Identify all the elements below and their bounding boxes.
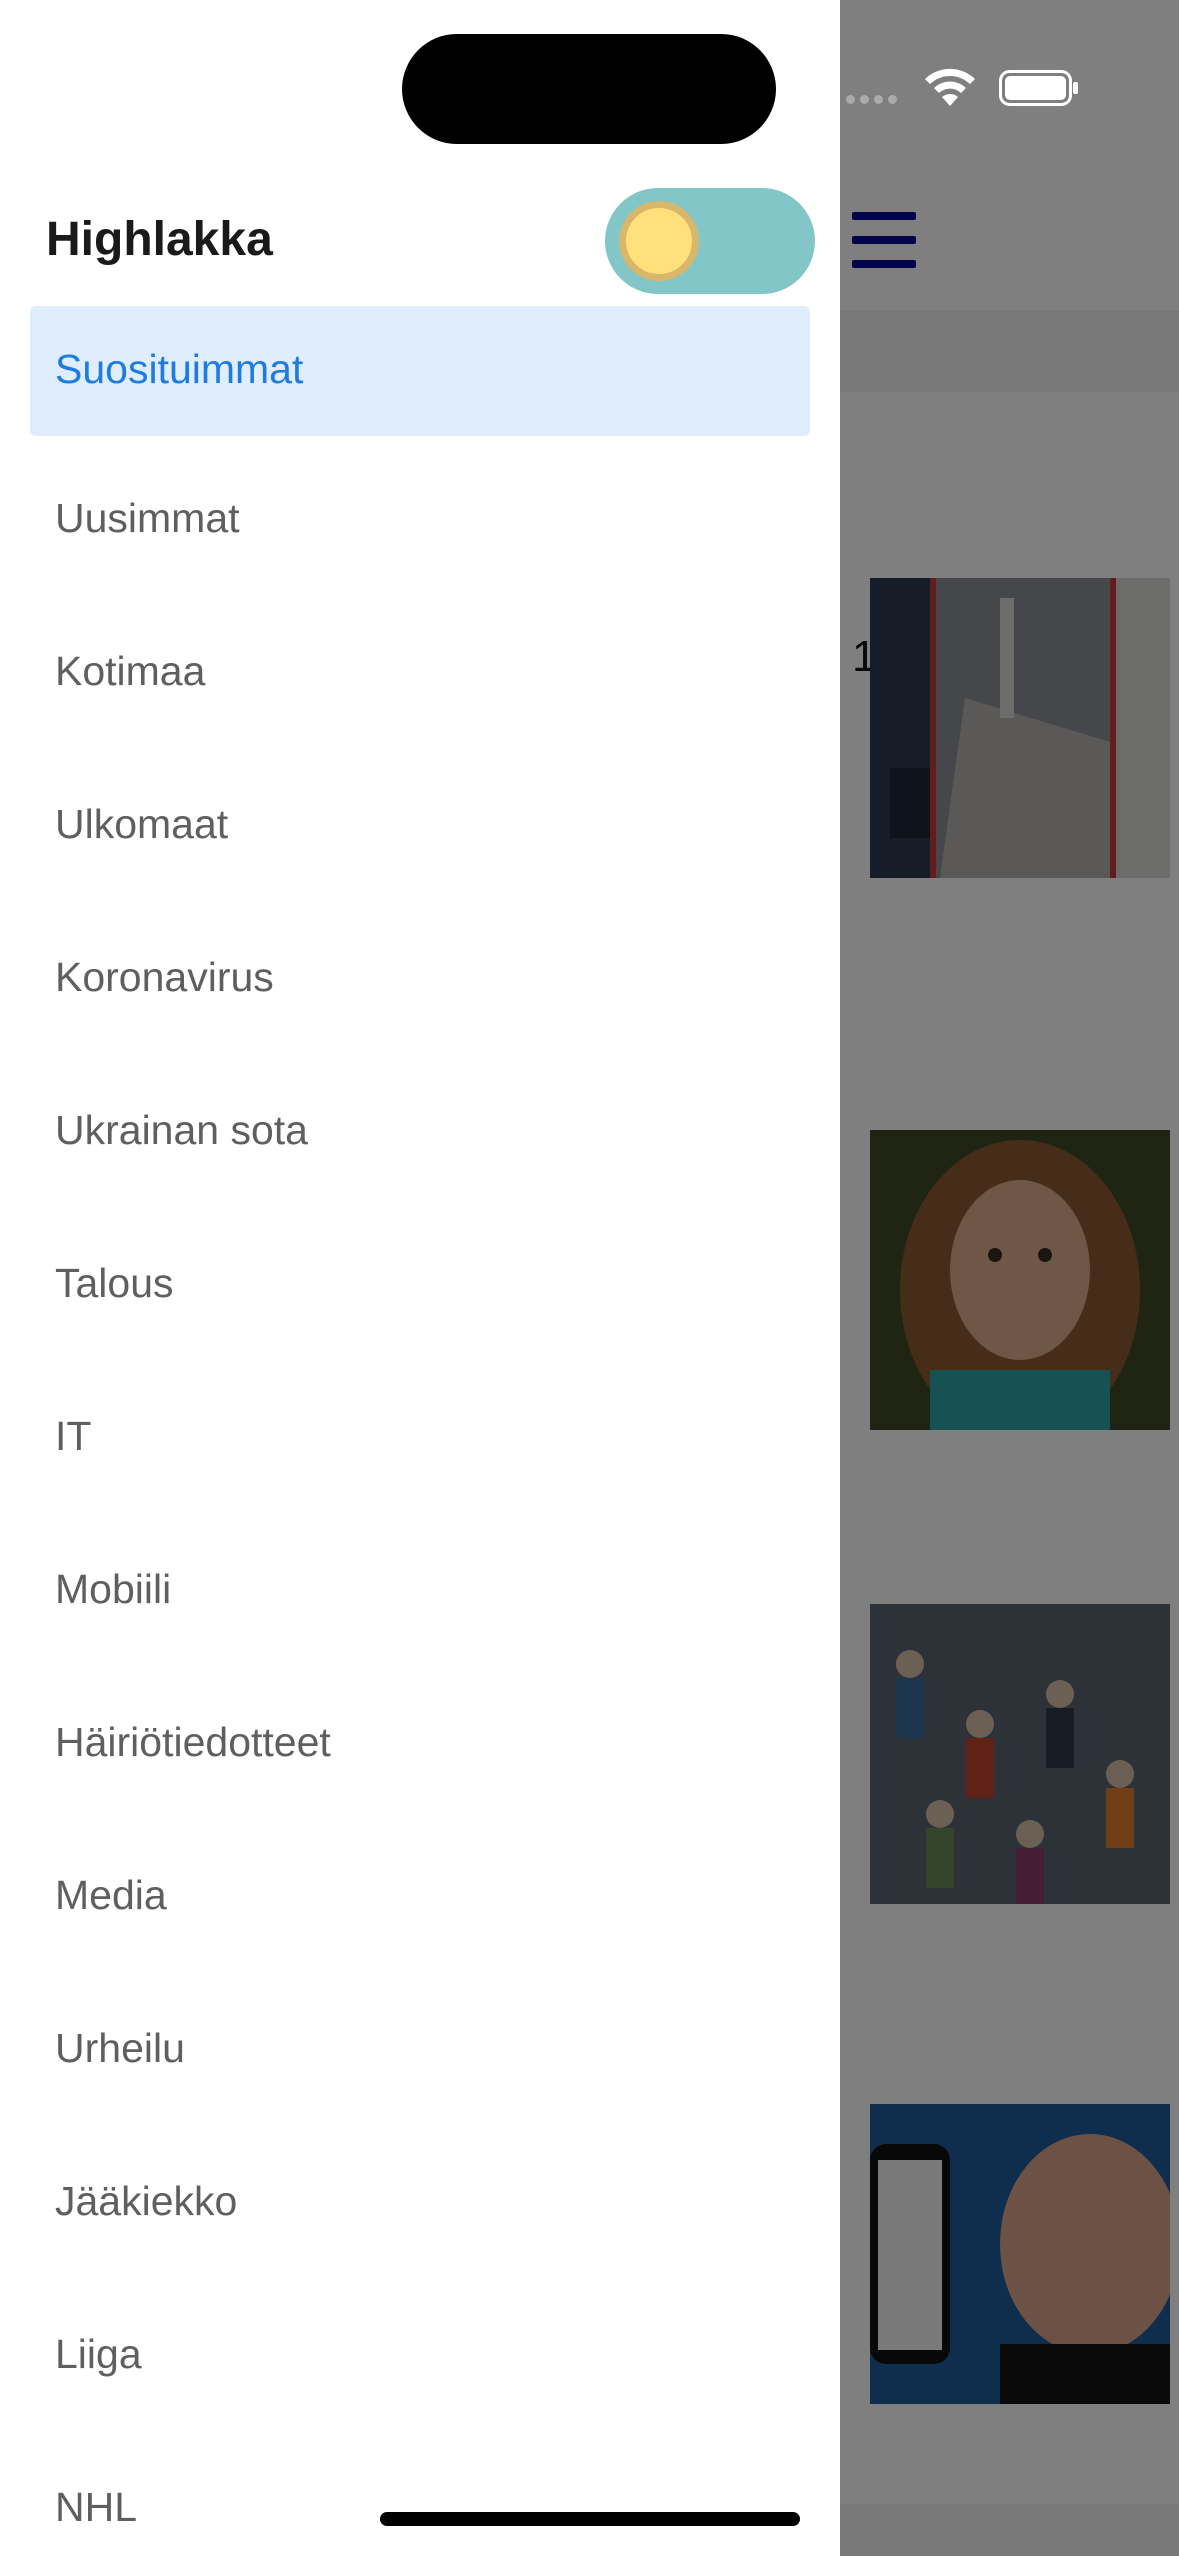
cellular-signal-icon [846, 95, 906, 107]
menu-item-label: Ukrainan sota [55, 1107, 308, 1153]
menu-item-label: Mobiili [55, 1566, 172, 1612]
menu-item-ukrainan-sota[interactable]: Ukrainan sota [30, 1071, 810, 1224]
menu-item-ulkomaat[interactable]: Ulkomaat [30, 765, 810, 918]
menu-item-jääkiekko[interactable]: Jääkiekko [30, 2142, 810, 2295]
category-menu: Suosituimmat Uusimmat Kotimaa Ulkomaat Koron… [30, 306, 810, 2556]
side-drawer: Highlakka Suosituimmat Uusimmat Kotimaa Ulk… [0, 0, 840, 2556]
menu-item-urheilu[interactable]: Urheilu [30, 1989, 810, 2142]
wifi-icon [925, 68, 975, 106]
menu-item-label: Koronavirus [55, 954, 274, 1000]
menu-item-koronavirus[interactable]: Koronavirus [30, 918, 810, 1071]
menu-item-häiriötiedotteet[interactable]: Häiriötiedotteet [30, 1683, 810, 1836]
menu-item-label: Media [55, 1872, 167, 1918]
menu-item-label: Häiriötiedotteet [55, 1719, 331, 1765]
menu-item-label: Kotimaa [55, 648, 206, 694]
app-title: Highlakka [46, 213, 273, 266]
menu-item-label: Suosituimmat [55, 346, 304, 392]
menu-item-label: Urheilu [55, 2025, 185, 2071]
menu-item-label: Ulkomaat [55, 801, 229, 847]
menu-item-label: NHL [55, 2484, 138, 2530]
menu-item-label: Liiga [55, 2331, 142, 2377]
menu-item-suosituimmat[interactable]: Suosituimmat [30, 306, 810, 436]
menu-item-it[interactable]: IT [30, 1377, 810, 1530]
sun-icon [619, 201, 699, 281]
menu-item-label: Uusimmat [55, 495, 240, 541]
theme-toggle[interactable] [605, 188, 815, 294]
menu-item-label: Talous [55, 1260, 174, 1306]
menu-item-label: Jääkiekko [55, 2178, 238, 2224]
menu-item-uusimmat[interactable]: Uusimmat [30, 459, 810, 612]
home-indicator[interactable] [380, 2512, 800, 2526]
menu-item-nhl[interactable]: NHL [30, 2448, 810, 2556]
menu-item-talous[interactable]: Talous [30, 1224, 810, 1377]
menu-item-mobiili[interactable]: Mobiili [30, 1530, 810, 1683]
menu-item-kotimaa[interactable]: Kotimaa [30, 612, 810, 765]
battery-icon [999, 70, 1078, 106]
dynamic-island [402, 34, 776, 144]
menu-item-label: IT [55, 1413, 92, 1459]
menu-item-media[interactable]: Media [30, 1836, 810, 1989]
menu-item-liiga[interactable]: Liiga [30, 2295, 810, 2448]
